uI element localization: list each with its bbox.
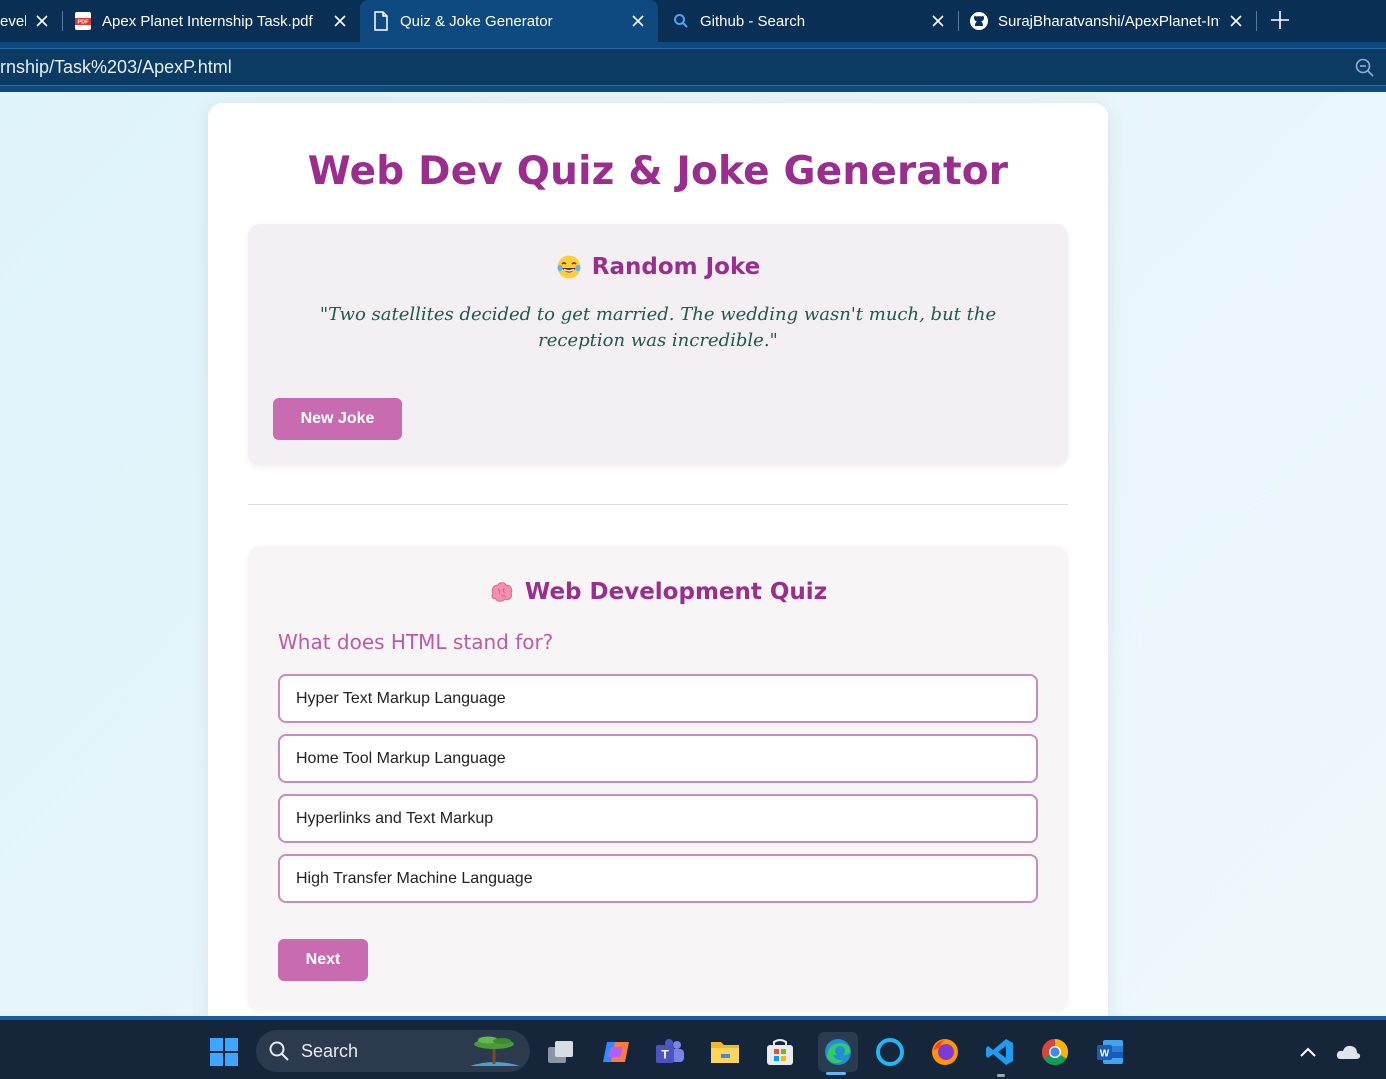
windows-taskbar: Search T W — [0, 1016, 1386, 1079]
quiz-option[interactable]: Hyper Text Markup Language — [278, 674, 1038, 723]
quiz-heading: Web Development Quiz — [248, 579, 1068, 605]
section-divider — [248, 504, 1068, 505]
new-joke-button[interactable]: New Joke — [273, 398, 402, 440]
tab-label: Github - Search — [700, 12, 806, 30]
tab-partial[interactable]: evel — [0, 0, 62, 42]
laughing-emoji-icon — [556, 254, 582, 280]
page-title: Web Dev Quiz & Joke Generator — [307, 149, 1009, 194]
joke-heading: Random Joke — [248, 254, 1068, 280]
tab-separator — [1256, 11, 1257, 31]
tab-label: Apex Planet Internship Task.pdf — [102, 12, 313, 30]
page-viewport: Web Dev Quiz & Joke Generator Random Jok… — [0, 92, 1386, 1016]
microsoft-store-icon[interactable] — [762, 1034, 798, 1070]
quiz-option[interactable]: Hyperlinks and Text Markup — [278, 794, 1038, 843]
pdf-icon: PDF — [72, 10, 94, 32]
joke-section: Random Joke "Two satellites decided to g… — [248, 224, 1068, 465]
tab-github-repo[interactable]: SurajBharatvanshi/ApexPlanet-Int — [958, 0, 1256, 42]
svg-text:W: W — [1100, 1049, 1110, 1060]
chrome-icon[interactable] — [1037, 1034, 1073, 1070]
cortana-icon[interactable] — [872, 1034, 908, 1070]
close-icon[interactable] — [330, 11, 350, 31]
close-icon[interactable] — [628, 11, 648, 31]
close-icon[interactable] — [1226, 11, 1246, 31]
taskbar-search[interactable]: Search — [256, 1030, 530, 1072]
copilot-icon[interactable] — [598, 1034, 634, 1070]
teams-icon[interactable]: T — [652, 1034, 688, 1070]
chevron-up-icon[interactable] — [1290, 1034, 1326, 1070]
tab-label: Quiz & Joke Generator — [400, 12, 553, 30]
tab-quiz-joke[interactable]: Quiz & Joke Generator — [360, 0, 658, 42]
tab-label: evel — [0, 12, 26, 30]
close-icon[interactable] — [32, 11, 52, 31]
tab-label: SurajBharatvanshi/ApexPlanet-Int — [998, 12, 1220, 30]
document-icon — [370, 10, 392, 32]
address-bar[interactable]: rnship/Task%203/ApexP.html — [0, 48, 1386, 86]
search-highlight-art-icon — [466, 1032, 524, 1070]
close-icon[interactable] — [928, 11, 948, 31]
address-bar-area: rnship/Task%203/ApexP.html — [0, 42, 1386, 92]
github-icon — [968, 10, 990, 32]
tab-github-search[interactable]: Github - Search — [660, 0, 958, 42]
quiz-heading-text: Web Development Quiz — [524, 579, 828, 605]
quiz-question: What does HTML stand for? — [278, 630, 554, 654]
search-icon — [670, 10, 692, 32]
edge-icon[interactable] — [818, 1032, 858, 1072]
joke-text: "Two satellites decided to get married. … — [319, 304, 997, 351]
firefox-icon[interactable] — [927, 1034, 963, 1070]
new-tab-button[interactable] — [1266, 6, 1294, 34]
quiz-section: Web Development Quiz What does HTML stan… — [248, 546, 1068, 1011]
word-icon[interactable]: W — [1092, 1034, 1128, 1070]
svg-text:PDF: PDF — [78, 20, 90, 26]
tab-pdf[interactable]: PDF Apex Planet Internship Task.pdf — [62, 0, 360, 42]
open-app-indicator — [997, 1074, 1005, 1077]
file-explorer-icon[interactable] — [707, 1034, 743, 1070]
active-app-indicator — [826, 1072, 846, 1075]
joke-heading-text: Random Joke — [591, 254, 761, 280]
main-card: Web Dev Quiz & Joke Generator Random Jok… — [208, 103, 1108, 1016]
task-view-icon[interactable] — [543, 1034, 579, 1070]
plus-icon — [1271, 11, 1289, 29]
zoom-out-icon[interactable] — [1354, 57, 1376, 79]
browser-tab-strip: evel PDF Apex Planet Internship Task.pdf… — [0, 0, 1386, 42]
address-url[interactable]: rnship/Task%203/ApexP.html — [0, 57, 232, 78]
vscode-icon[interactable] — [982, 1034, 1018, 1070]
quiz-option[interactable]: High Transfer Machine Language — [278, 854, 1038, 903]
quiz-option[interactable]: Home Tool Markup Language — [278, 734, 1038, 783]
svg-text:T: T — [661, 1048, 669, 1062]
search-icon — [268, 1040, 290, 1062]
onedrive-cloud-icon[interactable] — [1330, 1034, 1366, 1070]
search-label: Search — [301, 1041, 359, 1061]
next-button[interactable]: Next — [278, 939, 368, 981]
start-icon[interactable] — [206, 1034, 242, 1070]
brain-emoji-icon — [489, 579, 515, 605]
